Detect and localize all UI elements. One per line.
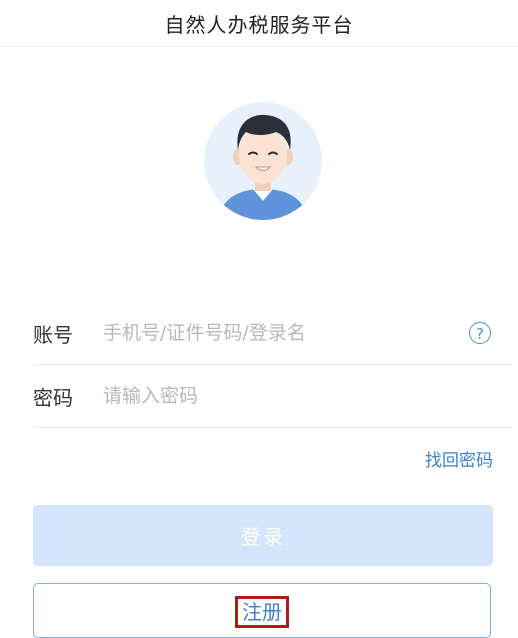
user-avatar-icon [204,102,322,220]
login-button[interactable]: 登录 [33,505,493,566]
register-button-label: 注册 [235,596,289,628]
account-input[interactable] [103,322,443,344]
account-row: 账号 ? [33,302,513,365]
login-button-label: 登录 [241,527,285,549]
account-label: 账号 [33,322,73,347]
app-header: 自然人办税服务平台 [0,0,518,47]
password-label: 密码 [33,385,73,410]
forgot-password-link[interactable]: 找回密码 [425,446,493,471]
password-row: 密码 [33,365,513,428]
page-title: 自然人办税服务平台 [164,12,354,37]
password-input[interactable] [103,385,443,407]
help-icon[interactable]: ? [469,322,491,344]
